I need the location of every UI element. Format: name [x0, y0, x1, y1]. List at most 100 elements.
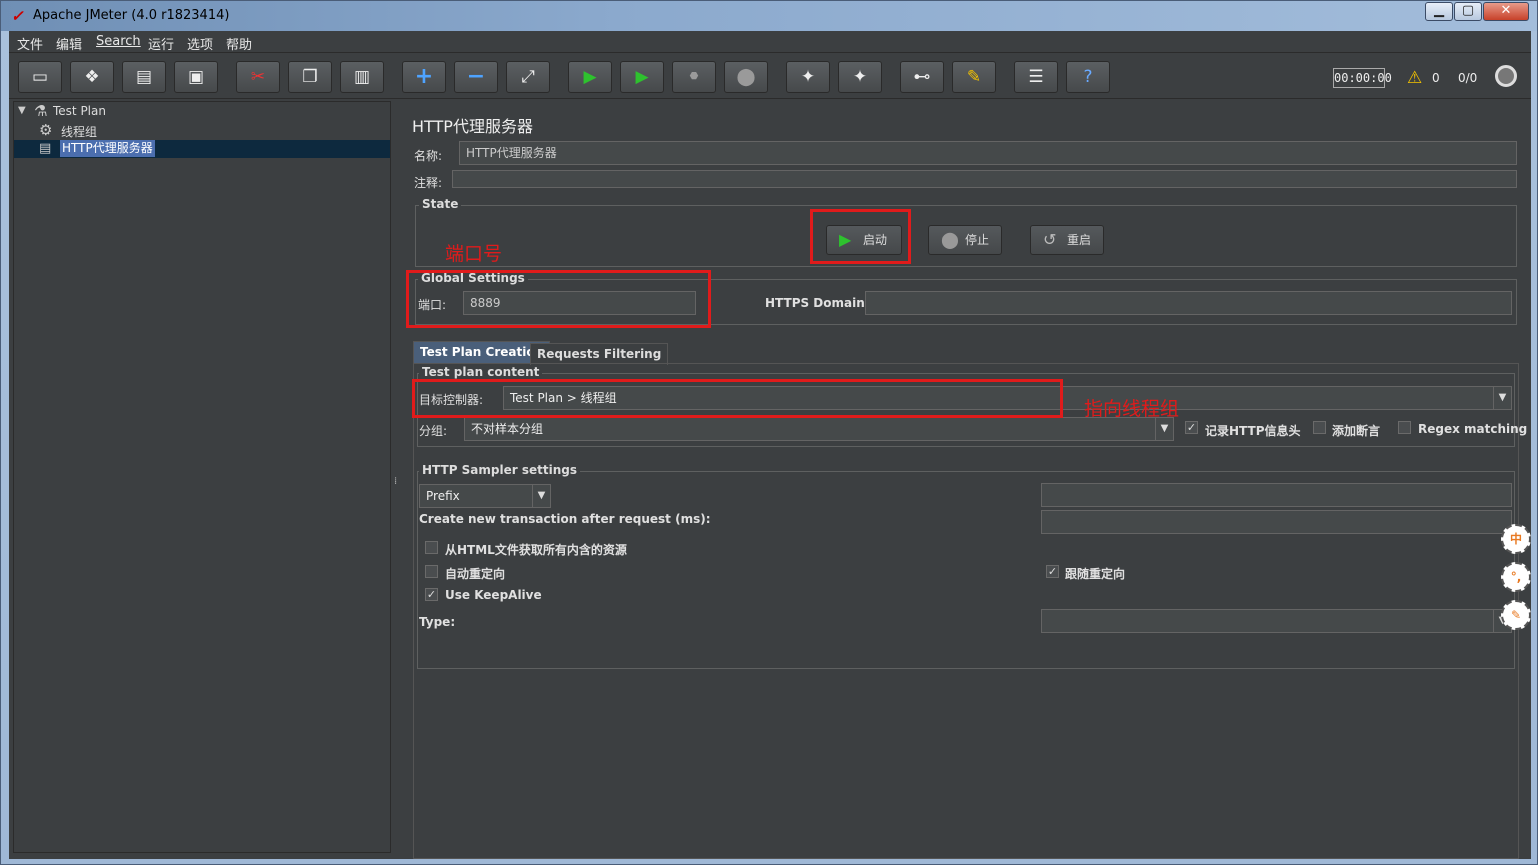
- expand-icon[interactable]: +: [402, 61, 446, 93]
- chevron-down-icon[interactable]: ▼: [532, 485, 550, 507]
- new-transaction-label: Create new transaction after request (ms…: [419, 512, 711, 526]
- grouping-label: 分组:: [419, 424, 448, 438]
- comment-label: 注释:: [414, 176, 443, 190]
- expand-arrow-icon[interactable]: ▼: [18, 105, 26, 116]
- regex-matching-label: Regex matching: [1418, 422, 1528, 436]
- thread-count: 0/0: [1458, 71, 1478, 85]
- menu-options[interactable]: 选项: [187, 34, 213, 53]
- proxy-panel: HTTP代理服务器 名称: HTTP代理服务器 注释: State ▶ 启动 ⬤…: [401, 101, 1531, 859]
- clear-all-icon[interactable]: ✦: [838, 61, 882, 93]
- tree-item-label: Test Plan: [53, 104, 106, 118]
- record-headers-label: 记录HTTP信息头: [1205, 424, 1301, 438]
- comment-field[interactable]: [452, 170, 1517, 188]
- page-title: HTTP代理服务器: [412, 117, 533, 136]
- ime-punct-badge[interactable]: °,: [1501, 562, 1531, 592]
- menu-edit[interactable]: 编辑: [56, 34, 82, 53]
- menu-help[interactable]: 帮助: [226, 34, 252, 53]
- menu-bar: 文件 编辑 Search 运行 选项 帮助: [9, 31, 1531, 53]
- keepalive-label: Use KeepAlive: [445, 588, 542, 602]
- tree-item-test-plan[interactable]: ▼ ⚗ Test Plan: [14, 102, 390, 120]
- start-icon[interactable]: ▶: [568, 61, 612, 93]
- menu-search[interactable]: Search: [96, 34, 141, 49]
- follow-redirect-checkbox[interactable]: ✓: [1046, 565, 1059, 578]
- chevron-down-icon[interactable]: ▼: [1155, 418, 1173, 440]
- test-plan-content-legend: Test plan content: [419, 365, 543, 379]
- auto-redirect-checkbox[interactable]: [425, 565, 438, 578]
- state-legend: State: [419, 197, 462, 211]
- tree-item-label: HTTP代理服务器: [60, 140, 155, 157]
- port-annotation: 端口号: [445, 243, 503, 265]
- sampler-settings-legend: HTTP Sampler settings: [419, 463, 580, 477]
- gear-icon: ⚙: [39, 121, 53, 139]
- start-highlight-box: [810, 209, 911, 264]
- warning-icon[interactable]: ⚠: [1407, 68, 1422, 88]
- https-domains-label: HTTPS Domains:: [765, 296, 877, 310]
- close-button[interactable]: ✕: [1483, 2, 1529, 21]
- search-icon[interactable]: ⊷: [900, 61, 944, 93]
- reset-search-icon[interactable]: ✎: [952, 61, 996, 93]
- maximize-button[interactable]: ▢: [1454, 2, 1482, 21]
- start-no-pause-icon[interactable]: ▶: [620, 61, 664, 93]
- chevron-down-icon[interactable]: ▼: [1493, 387, 1511, 409]
- new-transaction-input[interactable]: [1041, 510, 1512, 534]
- toggle-icon[interactable]: ⤢: [506, 61, 550, 93]
- elapsed-timer: 00:00:00: [1333, 68, 1392, 88]
- open-icon[interactable]: ▤: [122, 61, 166, 93]
- https-domains-input[interactable]: [865, 291, 1512, 315]
- fetch-resources-checkbox[interactable]: [425, 541, 438, 554]
- stop-circle-icon: ⬤: [941, 230, 959, 249]
- prefix-input[interactable]: [1041, 483, 1512, 507]
- paste-icon[interactable]: ▥: [340, 61, 384, 93]
- stop-button[interactable]: ⬤ 停止: [928, 225, 1002, 255]
- keepalive-checkbox[interactable]: ✓: [425, 588, 438, 601]
- stop-icon[interactable]: ⬣: [672, 61, 716, 93]
- auto-redirect-label: 自动重定向: [445, 567, 506, 581]
- type-select[interactable]: ▼: [1041, 609, 1512, 633]
- tree-item-proxy[interactable]: ▤ HTTP代理服务器: [14, 140, 390, 158]
- remote-status-icon: [1495, 65, 1517, 87]
- title-bar: ✓ Apache JMeter (4.0 r1823414) ▁ ▢ ✕: [1, 1, 1537, 31]
- test-tree: ▼ ⚗ Test Plan ⚙ 线程组 ▤ HTTP代理服务器: [13, 101, 391, 853]
- cut-icon[interactable]: ✂: [236, 61, 280, 93]
- follow-redirect-label: 跟随重定向: [1065, 567, 1126, 581]
- proxy-icon: ▤: [39, 141, 52, 156]
- menu-run[interactable]: 运行: [148, 34, 174, 53]
- warning-count: 0: [1432, 71, 1440, 85]
- shutdown-icon[interactable]: ⬤: [724, 61, 768, 93]
- window-frame: ✓ Apache JMeter (4.0 r1823414) ▁ ▢ ✕ 文件 …: [0, 0, 1538, 865]
- app-content: 文件 编辑 Search 运行 选项 帮助 ▭ ❖ ▤ ▣ ✂ ❐ ▥ + − …: [9, 31, 1531, 859]
- name-field[interactable]: HTTP代理服务器: [459, 141, 1517, 165]
- add-assertions-checkbox[interactable]: [1313, 421, 1326, 434]
- new-icon[interactable]: ▭: [18, 61, 62, 93]
- save-icon[interactable]: ▣: [174, 61, 218, 93]
- clear-icon[interactable]: ✦: [786, 61, 830, 93]
- function-helper-icon[interactable]: ☰: [1014, 61, 1058, 93]
- minimize-button[interactable]: ▁: [1425, 2, 1453, 21]
- jmeter-feather-icon: ✓: [11, 7, 24, 25]
- collapse-icon[interactable]: −: [454, 61, 498, 93]
- copy-icon[interactable]: ❐: [288, 61, 332, 93]
- help-icon[interactable]: ?: [1066, 61, 1110, 93]
- templates-icon[interactable]: ❖: [70, 61, 114, 93]
- target-annotation: 指向线程组: [1084, 398, 1180, 420]
- menu-file[interactable]: 文件: [17, 34, 43, 53]
- fetch-resources-label: 从HTML文件获取所有内含的资源: [445, 543, 627, 557]
- splitter-handle-icon[interactable]: ⁞: [394, 476, 397, 487]
- tree-item-label: 线程组: [61, 125, 98, 139]
- grouping-select[interactable]: 不对样本分组 ▼: [464, 417, 1174, 441]
- target-highlight-box: [412, 379, 1063, 418]
- window-title: Apache JMeter (4.0 r1823414): [33, 8, 230, 23]
- name-label: 名称:: [414, 149, 443, 163]
- restart-button[interactable]: ↺ 重启: [1030, 225, 1104, 255]
- restart-icon: ↺: [1043, 230, 1057, 249]
- add-assertions-label: 添加断言: [1332, 424, 1381, 438]
- regex-matching-checkbox[interactable]: [1398, 421, 1411, 434]
- ime-chinese-badge[interactable]: 中: [1501, 524, 1531, 554]
- tab-requests-filtering[interactable]: Requests Filtering: [530, 343, 669, 365]
- record-headers-checkbox[interactable]: ✓: [1185, 421, 1198, 434]
- port-highlight-box: [406, 270, 711, 328]
- tree-item-thread-group[interactable]: ⚙ 线程组: [14, 121, 390, 139]
- test-plan-icon: ⚗: [34, 102, 48, 120]
- ime-tool-badge[interactable]: ✎: [1501, 600, 1531, 630]
- prefix-select[interactable]: Prefix ▼: [419, 484, 551, 508]
